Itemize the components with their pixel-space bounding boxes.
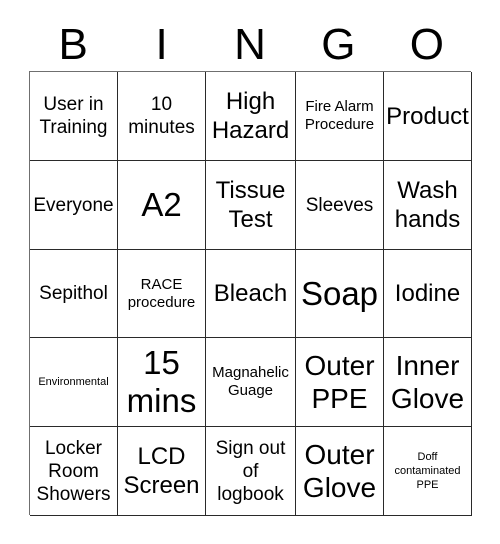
bingo-header-letter-o: O	[409, 19, 444, 69]
bingo-cell[interactable]: Wash hands	[384, 161, 472, 250]
bingo-cell-label: 10 minutes	[128, 94, 195, 138]
bingo-cell[interactable]: Tissue Test	[206, 161, 296, 250]
bingo-cell[interactable]: User in Training	[30, 72, 118, 161]
bingo-cell[interactable]: Product	[384, 72, 472, 161]
bingo-cell-label: Iodine	[394, 280, 461, 307]
bingo-cell-label: Sleeves	[305, 194, 374, 216]
bingo-cell-label: Product	[386, 102, 469, 130]
bingo-cell[interactable]: Iodine	[384, 250, 472, 338]
bingo-cell[interactable]: Sepithol	[30, 250, 118, 338]
bingo-row: User in Training 10 minutes High Hazard …	[30, 72, 472, 161]
bingo-cell[interactable]: Doff contaminated PPE	[384, 427, 472, 516]
bingo-cell[interactable]: Outer PPE	[296, 338, 384, 427]
bingo-cell-label: Outer Glove	[302, 439, 377, 503]
bingo-cell-label: Soap	[300, 274, 379, 312]
bingo-cell[interactable]: High Hazard	[206, 72, 296, 161]
bingo-grid: User in Training 10 minutes High Hazard …	[29, 71, 472, 516]
bingo-cell[interactable]: LCD Screen	[118, 427, 206, 516]
bingo-cell-label: Locker Room Showers	[36, 437, 111, 505]
bingo-cell-label: Doff contaminated PPE	[394, 451, 461, 491]
bingo-cell[interactable]: RACE procedure	[118, 250, 206, 338]
bingo-cell-label: Outer PPE	[304, 350, 375, 414]
bingo-cell[interactable]: Fire Alarm Procedure	[296, 72, 384, 161]
bingo-header-letter-g: G	[321, 19, 356, 69]
bingo-cell[interactable]: Everyone	[30, 161, 118, 250]
bingo-cell-label: Sepithol	[39, 283, 108, 304]
bingo-cell-label: A2	[141, 186, 182, 223]
bingo-cell-label: Everyone	[33, 194, 114, 216]
bingo-cell-label: Bleach	[213, 280, 288, 307]
bingo-row: Environmental 15 mins Magnahelic Guage O…	[30, 338, 472, 427]
bingo-cell[interactable]: A2	[118, 161, 206, 250]
bingo-cell-label: Magnahelic Guage	[212, 364, 289, 399]
bingo-cell-label: LCD Screen	[123, 443, 200, 499]
bingo-row: Everyone A2 Tissue Test Sleeves Wash han…	[30, 161, 472, 250]
bingo-cell[interactable]: Bleach	[206, 250, 296, 338]
bingo-cell[interactable]: Inner Glove	[384, 338, 472, 427]
bingo-cell-label: High Hazard	[211, 88, 290, 144]
bingo-cell[interactable]: Sign out of logbook	[206, 427, 296, 516]
bingo-cell-label: Sign out of logbook	[215, 437, 286, 505]
bingo-header-letter-n: N	[234, 19, 266, 69]
bingo-row: Sepithol RACE procedure Bleach Soap Iodi…	[30, 250, 472, 338]
bingo-cell[interactable]: Magnahelic Guage	[206, 338, 296, 427]
bingo-header-letter-b: B	[58, 19, 88, 69]
bingo-cell[interactable]: Environmental	[30, 338, 118, 427]
bingo-cell-label: Inner Glove	[390, 350, 465, 414]
bingo-header-letter-i: I	[155, 19, 168, 69]
bingo-card: B I N G O User in Training 10 minutes Hi…	[0, 0, 500, 544]
bingo-cell-label: Tissue Test	[215, 177, 286, 233]
bingo-cell-label: RACE procedure	[127, 275, 196, 311]
bingo-cell[interactable]: Sleeves	[296, 161, 384, 250]
bingo-cell[interactable]: 15 mins	[118, 338, 206, 427]
bingo-cell[interactable]: Soap	[296, 250, 384, 338]
bingo-cell[interactable]: Outer Glove	[296, 427, 384, 516]
bingo-header-row: B I N G O	[29, 18, 471, 71]
bingo-cell-label: 15 mins	[126, 344, 197, 419]
bingo-row: Locker Room Showers LCD Screen Sign out …	[30, 427, 472, 516]
bingo-cell-label: Wash hands	[394, 177, 461, 233]
bingo-cell-label: Fire Alarm Procedure	[304, 98, 375, 133]
bingo-cell[interactable]: 10 minutes	[118, 72, 206, 161]
bingo-cell-label: Environmental	[38, 376, 109, 388]
bingo-cell[interactable]: Locker Room Showers	[30, 427, 118, 516]
bingo-cell-label: User in Training	[39, 94, 108, 138]
